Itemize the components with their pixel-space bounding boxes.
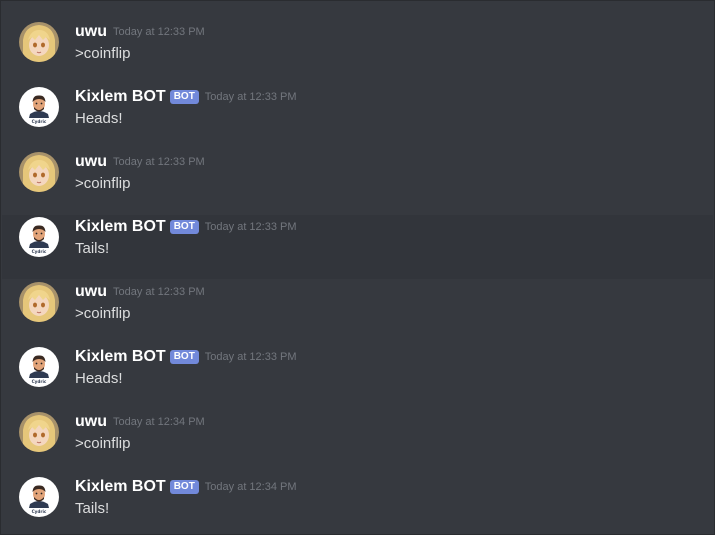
message-group: Cydric Kixlem BOT BOT Today at 12:34 PM Ta… — [2, 475, 713, 534]
message-author[interactable]: Kixlem BOT BOT Today at 12:33 PM — [75, 87, 297, 107]
message-timestamp: Today at 12:33 PM — [113, 26, 205, 38]
bot-tag: BOT — [169, 90, 199, 104]
message-author[interactable]: uwu Today at 12:33 PM — [75, 152, 205, 172]
message-author[interactable]: uwu Today at 12:34 PM — [75, 412, 205, 432]
message-text: >coinflip — [75, 435, 131, 452]
message-text: Tails! — [75, 500, 110, 517]
author-name[interactable]: uwu — [75, 153, 107, 170]
message-timestamp: Today at 12:33 PM — [113, 156, 205, 168]
user-avatar-icon[interactable] — [19, 412, 59, 452]
message-group: uwu Today at 12:33 PM >coinflip — [2, 20, 713, 84]
author-name[interactable]: Kixlem BOT — [75, 348, 166, 365]
author-name[interactable]: uwu — [75, 23, 107, 40]
message-timestamp: Today at 12:33 PM — [204, 91, 297, 103]
message-group: uwu Today at 12:34 PM >coinflip — [2, 410, 713, 474]
bot-tag: BOT — [169, 220, 199, 234]
message-group: Cydric Kixlem BOT BOT Today at 12:33 PM He… — [2, 345, 713, 409]
message-text: >coinflip — [75, 45, 131, 62]
user-avatar-icon[interactable] — [19, 152, 59, 192]
message-text: Heads! — [75, 370, 123, 387]
message-author[interactable]: Kixlem BOT BOT Today at 12:33 PM — [75, 217, 297, 237]
avatar-caption: Cydric — [32, 119, 47, 124]
message-author[interactable]: Kixlem BOT BOT Today at 12:34 PM — [75, 477, 297, 497]
author-name[interactable]: Kixlem BOT — [75, 88, 166, 105]
message-timestamp: Today at 12:34 PM — [113, 416, 205, 428]
author-name[interactable]: uwu — [75, 413, 107, 430]
author-name[interactable]: Kixlem BOT — [75, 478, 166, 495]
avatar-caption: Cydric — [32, 509, 47, 514]
message-text: >coinflip — [75, 305, 131, 322]
author-name[interactable]: Kixlem BOT — [75, 218, 166, 235]
message-author[interactable]: uwu Today at 12:33 PM — [75, 282, 205, 302]
message-group: uwu Today at 12:33 PM >coinflip — [2, 280, 713, 344]
avatar-caption: Cydric — [32, 379, 47, 384]
message-timestamp: Today at 12:33 PM — [113, 286, 205, 298]
bot-avatar-icon[interactable]: Cydric — [19, 477, 59, 517]
message-group: Cydric Kixlem BOT BOT Today at 12:33 PM He… — [2, 85, 713, 149]
avatar-caption: Cydric — [32, 249, 47, 254]
message-author[interactable]: Kixlem BOT BOT Today at 12:33 PM — [75, 347, 297, 367]
bot-avatar-icon[interactable]: Cydric — [19, 217, 59, 257]
user-avatar-icon[interactable] — [19, 282, 59, 322]
bot-avatar-icon[interactable]: Cydric — [19, 87, 59, 127]
message-timestamp: Today at 12:34 PM — [204, 481, 297, 493]
author-name[interactable]: uwu — [75, 283, 107, 300]
chat-window: uwu Today at 12:33 PM >coinflip Cydric Ki… — [0, 0, 715, 535]
message-group: uwu Today at 12:33 PM >coinflip — [2, 150, 713, 214]
message-author[interactable]: uwu Today at 12:33 PM — [75, 22, 205, 42]
message-text: Heads! — [75, 110, 123, 127]
message-group: Cydric Kixlem BOT BOT Today at 12:33 PM Ta… — [2, 215, 713, 279]
message-timestamp: Today at 12:33 PM — [204, 351, 297, 363]
message-timestamp: Today at 12:33 PM — [204, 221, 297, 233]
bot-tag: BOT — [169, 350, 199, 364]
message-text: >coinflip — [75, 175, 131, 192]
user-avatar-icon[interactable] — [19, 22, 59, 62]
message-text: Tails! — [75, 240, 110, 257]
bot-avatar-icon[interactable]: Cydric — [19, 347, 59, 387]
bot-tag: BOT — [169, 480, 199, 494]
